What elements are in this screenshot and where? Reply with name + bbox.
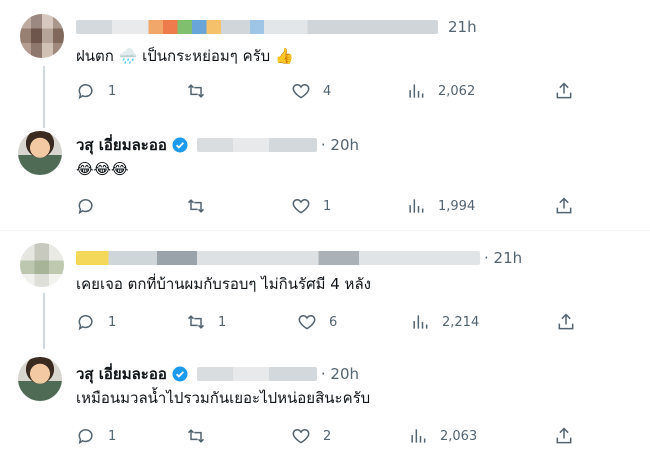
- avatar[interactable]: [20, 14, 64, 58]
- action-bar: 1 2 2,063: [76, 426, 650, 446]
- views-icon: [411, 429, 426, 443]
- avatar[interactable]: [18, 131, 62, 175]
- repost-icon: [187, 199, 205, 213]
- share-icon: [556, 197, 572, 214]
- share-button[interactable]: [554, 426, 574, 446]
- action-bar: 1 1,994: [76, 196, 650, 216]
- tweet-header: วสุ เอี่ยมละออ · 20h: [76, 362, 359, 386]
- display-name[interactable]: วสุ เอี่ยมละออ: [76, 133, 167, 157]
- views-button[interactable]: 2,214: [410, 312, 479, 332]
- reply-button[interactable]: 1: [76, 426, 116, 446]
- share-icon: [556, 82, 572, 99]
- timestamp[interactable]: · 20h: [321, 136, 359, 154]
- avatar[interactable]: [20, 243, 64, 287]
- reply-count: 1: [108, 428, 117, 444]
- reply-icon: [78, 84, 93, 100]
- thread-line: [43, 66, 45, 128]
- share-button[interactable]: [554, 81, 574, 101]
- reply-icon: [78, 315, 93, 331]
- like-count: 2: [323, 428, 332, 444]
- like-icon: [292, 83, 310, 99]
- reply-count: 1: [108, 314, 117, 330]
- timestamp[interactable]: · 21h: [484, 249, 522, 267]
- blurred-username: [76, 251, 480, 265]
- views-icon: [409, 84, 424, 98]
- blurred-username: [76, 20, 438, 34]
- repost-button[interactable]: 1: [186, 312, 226, 332]
- reply-button[interactable]: 1: [76, 312, 116, 332]
- repost-button[interactable]: [186, 81, 218, 101]
- tweet-text: เคยเจอ ตกที่บ้านผมกับรอบๆ ไม่กินรัศมี 4 …: [76, 275, 371, 293]
- reply-button[interactable]: [76, 196, 108, 216]
- tweet-header: · 21h: [76, 249, 522, 267]
- timestamp[interactable]: 21h: [448, 18, 477, 36]
- blurred-username: [196, 138, 317, 152]
- separator: [0, 230, 650, 231]
- views-count: 2,063: [440, 428, 478, 444]
- like-icon: [298, 314, 316, 330]
- tweet-text: ฝนตก 🌧️ เป็นกระหย่อมๆ ครับ 👍: [76, 47, 294, 65]
- verified-badge-icon: [172, 137, 188, 153]
- repost-count: 1: [218, 314, 227, 330]
- reply-button[interactable]: 1: [76, 81, 116, 101]
- display-name[interactable]: วสุ เอี่ยมละออ: [76, 362, 167, 386]
- views-count: 2,062: [438, 83, 476, 99]
- like-count: 1: [323, 198, 332, 214]
- like-button[interactable]: 4: [291, 81, 331, 101]
- views-icon: [413, 315, 428, 329]
- tweet-header: วสุ เอี่ยมละออ · 20h: [76, 133, 359, 157]
- thread-line: [43, 293, 45, 349]
- tweet-header: 21h: [76, 18, 477, 36]
- views-button[interactable]: 1,994: [406, 196, 475, 216]
- action-bar: 1 1 6 2,214: [76, 312, 650, 332]
- like-button[interactable]: 1: [291, 196, 331, 216]
- blurred-username: [196, 367, 317, 381]
- like-icon: [292, 198, 310, 214]
- repost-button[interactable]: [186, 196, 218, 216]
- repost-icon: [187, 315, 205, 329]
- like-count: 6: [329, 314, 338, 330]
- views-button[interactable]: 2,062: [406, 81, 475, 101]
- tweet-text: 😂😂😂: [76, 160, 129, 178]
- views-count: 2,214: [442, 314, 480, 330]
- action-bar: 1 4 2,062: [76, 81, 650, 101]
- share-button[interactable]: [556, 312, 576, 332]
- share-icon: [558, 313, 574, 330]
- reply-icon: [78, 199, 93, 215]
- share-icon: [556, 427, 572, 444]
- share-button[interactable]: [554, 196, 574, 216]
- like-icon: [292, 428, 310, 444]
- avatar[interactable]: [18, 357, 62, 401]
- tweet-text: เหมือนมวลน้ำไปรวมกันเยอะไปหน่อยสินะครับ: [76, 389, 371, 407]
- reply-icon: [78, 429, 93, 445]
- like-button[interactable]: 6: [297, 312, 337, 332]
- timestamp[interactable]: · 20h: [321, 365, 359, 383]
- views-button[interactable]: 2,063: [408, 426, 477, 446]
- verified-badge-icon: [172, 366, 188, 382]
- repost-icon: [187, 429, 205, 443]
- views-count: 1,994: [438, 198, 476, 214]
- like-button[interactable]: 2: [291, 426, 331, 446]
- reply-count: 1: [108, 83, 117, 99]
- views-icon: [409, 199, 424, 213]
- repost-button[interactable]: [186, 426, 218, 446]
- like-count: 4: [323, 83, 332, 99]
- repost-icon: [187, 84, 205, 98]
